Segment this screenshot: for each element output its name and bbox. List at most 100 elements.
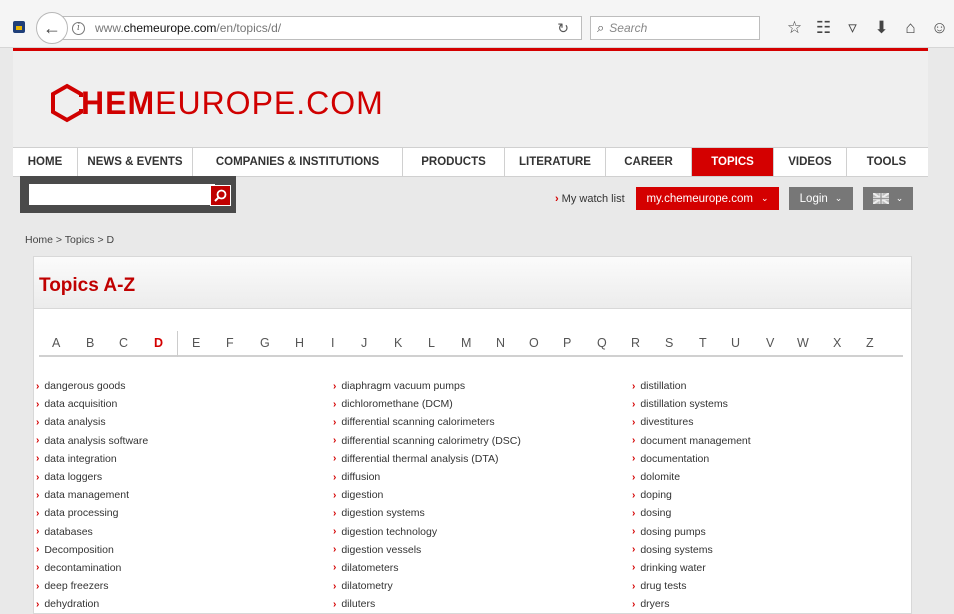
- topic-link[interactable]: › data processing: [36, 504, 148, 522]
- topic-link[interactable]: › digestion systems: [333, 504, 521, 522]
- topic-link[interactable]: › dosing systems: [632, 541, 751, 559]
- letter-tab-w[interactable]: W: [797, 336, 809, 350]
- letter-tab-c[interactable]: C: [119, 336, 128, 350]
- chevron-right-icon: ›: [632, 507, 636, 519]
- letter-tab-u[interactable]: U: [731, 336, 740, 350]
- letter-tab-v[interactable]: V: [766, 336, 774, 350]
- site-search-button[interactable]: [210, 185, 231, 206]
- letter-tab-h[interactable]: H: [295, 336, 304, 350]
- topic-link[interactable]: › digestion vessels: [333, 541, 521, 559]
- letter-tab-a[interactable]: A: [52, 336, 60, 350]
- topic-link[interactable]: › dosing: [632, 504, 751, 522]
- watch-list-link[interactable]: › My watch list: [555, 193, 625, 205]
- chemeurope-logo[interactable]: HEMEUROPE.COM: [49, 83, 384, 123]
- letter-tab-t[interactable]: T: [699, 336, 707, 350]
- topic-link[interactable]: › dryers: [632, 595, 751, 613]
- topic-link[interactable]: › data loggers: [36, 468, 148, 486]
- topics-column-3: › distillation › distillation systems › div…: [632, 377, 751, 613]
- topic-link[interactable]: › dehydration: [36, 595, 148, 613]
- topic-link[interactable]: › drug tests: [632, 577, 751, 595]
- topic-link[interactable]: › distillation: [632, 377, 751, 395]
- topic-link[interactable]: › divestitures: [632, 413, 751, 431]
- header: HEMEUROPE.COM: [13, 51, 928, 147]
- letter-tab-k[interactable]: K: [394, 336, 402, 350]
- topic-link[interactable]: › dichloromethane (DCM): [333, 395, 521, 413]
- nav-products[interactable]: PRODUCTS: [403, 148, 505, 176]
- chevron-right-icon: ›: [632, 489, 636, 501]
- topic-link[interactable]: › data management: [36, 486, 148, 504]
- nav-topics[interactable]: TOPICS: [692, 148, 774, 176]
- chat-icon[interactable]: ☺: [925, 17, 954, 39]
- home-icon[interactable]: ⌂: [896, 17, 925, 39]
- address-bar[interactable]: i www.chemeurope.com/en/topics/d/ ↻: [60, 16, 582, 40]
- login-button[interactable]: Login ⌄: [789, 187, 853, 210]
- topic-link[interactable]: › differential scanning calorimeters: [333, 413, 521, 431]
- topic-link[interactable]: › dilatometry: [333, 577, 521, 595]
- chevron-right-icon: ›: [632, 526, 636, 538]
- letter-tab-z[interactable]: Z: [866, 336, 874, 350]
- topic-link[interactable]: › diluters: [333, 595, 521, 613]
- topic-link[interactable]: › dolomite: [632, 468, 751, 486]
- topic-link[interactable]: › data integration: [36, 450, 148, 468]
- topic-link[interactable]: › documentation: [632, 450, 751, 468]
- letter-tab-s[interactable]: S: [665, 336, 673, 350]
- letter-tab-e[interactable]: E: [192, 336, 200, 350]
- topic-link[interactable]: › dangerous goods: [36, 377, 148, 395]
- letter-tab-p[interactable]: P: [563, 336, 571, 350]
- letter-tab-d[interactable]: D: [154, 336, 163, 350]
- letter-tab-l[interactable]: L: [428, 336, 435, 350]
- nav-videos[interactable]: VIDEOS: [774, 148, 847, 176]
- my-chemeurope-button[interactable]: my.chemeurope.com ⌄: [636, 187, 779, 210]
- topic-link[interactable]: › decontamination: [36, 559, 148, 577]
- nav-career[interactable]: CAREER: [606, 148, 692, 176]
- topic-link[interactable]: › data analysis: [36, 413, 148, 431]
- nav-tools[interactable]: TOOLS: [847, 148, 926, 176]
- nav-news-events[interactable]: NEWS & EVENTS: [78, 148, 193, 176]
- download-icon[interactable]: ⬇: [867, 17, 896, 39]
- letter-tab-j[interactable]: J: [361, 336, 367, 350]
- breadcrumb[interactable]: Home > Topics > D: [25, 234, 114, 246]
- topic-link[interactable]: › digestion technology: [333, 523, 521, 541]
- topic-link[interactable]: › data analysis software: [36, 432, 148, 450]
- pocket-icon[interactable]: ▿: [838, 17, 867, 39]
- letter-tab-n[interactable]: N: [496, 336, 505, 350]
- nav-home[interactable]: HOME: [13, 148, 78, 176]
- letter-tab-i[interactable]: I: [331, 336, 334, 350]
- nav-literature[interactable]: LITERATURE: [505, 148, 606, 176]
- browser-toolbar: i www.chemeurope.com/en/topics/d/ ↻ ← ⌕ …: [0, 0, 954, 48]
- reload-icon[interactable]: ↻: [557, 20, 569, 37]
- topic-link[interactable]: › digestion: [333, 486, 521, 504]
- topic-link[interactable]: › data acquisition: [36, 395, 148, 413]
- letter-tab-b[interactable]: B: [86, 336, 94, 350]
- letter-tab-q[interactable]: Q: [597, 336, 607, 350]
- topic-link[interactable]: › distillation systems: [632, 395, 751, 413]
- topic-link[interactable]: › databases: [36, 523, 148, 541]
- topic-link[interactable]: › deep freezers: [36, 577, 148, 595]
- site-favicon-icon: [13, 21, 25, 33]
- letter-tab-o[interactable]: O: [529, 336, 539, 350]
- topic-link[interactable]: › diffusion: [333, 468, 521, 486]
- letter-tab-f[interactable]: F: [226, 336, 234, 350]
- language-button[interactable]: ⌄: [863, 187, 913, 210]
- browser-search-input[interactable]: ⌕ Search: [590, 16, 760, 40]
- url-text[interactable]: www.chemeurope.com/en/topics/d/: [95, 21, 281, 35]
- topic-link[interactable]: › differential scanning calorimetry (DSC): [333, 432, 521, 450]
- topic-link[interactable]: › dosing pumps: [632, 523, 751, 541]
- topic-link[interactable]: › document management: [632, 432, 751, 450]
- letter-tab-g[interactable]: G: [260, 336, 270, 350]
- reading-list-icon[interactable]: ☷: [809, 17, 838, 39]
- topic-link[interactable]: › drinking water: [632, 559, 751, 577]
- nav-companies-institutions[interactable]: COMPANIES & INSTITUTIONS: [193, 148, 403, 176]
- bookmark-star-icon[interactable]: ☆: [780, 17, 809, 39]
- topic-link[interactable]: › diaphragm vacuum pumps: [333, 377, 521, 395]
- topic-link[interactable]: › Decomposition: [36, 541, 148, 559]
- site-info-icon[interactable]: i: [72, 21, 85, 35]
- topic-link[interactable]: › differential thermal analysis (DTA): [333, 450, 521, 468]
- site-search-input[interactable]: [29, 184, 215, 205]
- back-button[interactable]: ←: [36, 12, 68, 44]
- topic-link[interactable]: › dilatometers: [333, 559, 521, 577]
- letter-tab-m[interactable]: M: [461, 336, 471, 350]
- topic-link[interactable]: › doping: [632, 486, 751, 504]
- letter-tab-x[interactable]: X: [833, 336, 841, 350]
- letter-tab-r[interactable]: R: [631, 336, 640, 350]
